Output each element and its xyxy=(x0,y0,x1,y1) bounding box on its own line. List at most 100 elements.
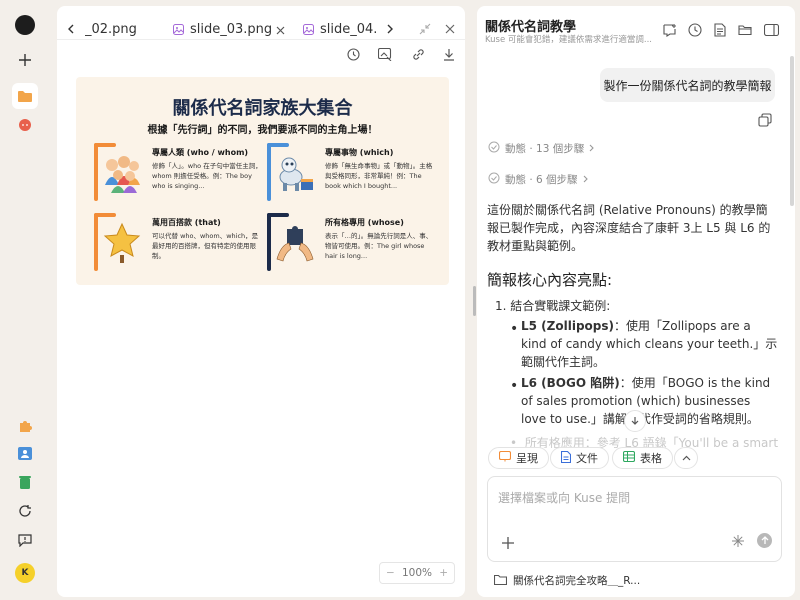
tab-label: slide_03.png xyxy=(190,21,273,37)
footer-file-name: 關係代名詞完全攻略＿_R... xyxy=(513,575,641,587)
assistant-intro: 這份關於關係代名詞 (Relative Pronouns) 的教學簡報已製作完成… xyxy=(487,203,771,253)
sparkle-icon[interactable] xyxy=(731,533,745,552)
chat-subtitle: Kuse 可能會犯錯，建議依需求進行適當調... xyxy=(485,35,653,45)
puzzle-icon[interactable] xyxy=(13,413,37,437)
image-file-icon xyxy=(303,23,314,35)
chat-bubble-icon[interactable] xyxy=(13,113,37,137)
chevron-right-icon xyxy=(589,143,595,155)
card-description: 修飾「人」。who 在子句中當任主詞，whom 則擔任受格。例：The boy … xyxy=(152,162,262,190)
trash-icon[interactable] xyxy=(13,470,37,494)
copy-icon[interactable] xyxy=(758,112,774,128)
bullet-l5: L5 (Zollipops)：使用「Zollipops are a kind o… xyxy=(521,317,779,371)
check-circle-icon xyxy=(488,172,500,187)
zoom-level: 100% xyxy=(401,567,433,579)
arrow-down-icon xyxy=(631,417,639,425)
user-message-bubble: 製作一份關係代名詞的教學簡報 xyxy=(600,68,775,102)
chip-document[interactable]: 文件 xyxy=(550,447,609,469)
card-who: 專屬人類 (who / whom) 修飾「人」。who 在子句中當任主詞，who… xyxy=(94,143,262,201)
zoom-control: − 100% + xyxy=(379,562,455,584)
bullet-dot: • xyxy=(510,321,519,337)
refresh-icon[interactable] xyxy=(13,499,37,523)
robot-dog-illustration xyxy=(279,157,313,191)
table-icon xyxy=(622,450,636,465)
app-logo[interactable] xyxy=(13,13,37,37)
user-avatar[interactable]: K xyxy=(13,561,37,585)
steps-toggle-2[interactable]: 動態 · 6 個步驟 xyxy=(488,172,589,187)
send-button[interactable] xyxy=(757,533,772,548)
tab-scroll-right-icon[interactable] xyxy=(379,18,401,40)
card-description: 可以代替 who、whom、which，是最好用的百搭牌，但有特定的使用限制。 xyxy=(152,232,259,260)
card-title: 專屬事物 (which) xyxy=(325,148,394,157)
folder-open-icon[interactable] xyxy=(733,18,757,42)
collapse-icon[interactable] xyxy=(414,18,436,40)
history-icon[interactable] xyxy=(342,43,364,65)
image-edit-icon[interactable] xyxy=(374,43,396,65)
card-title: 所有格專用 (whose) xyxy=(325,218,404,227)
feedback-icon[interactable] xyxy=(13,528,37,552)
check-circle-icon xyxy=(488,141,500,156)
card-that: 萬用百搭款 (that) 可以代替 who、whom、which，是最好用的百搭… xyxy=(94,213,259,271)
steps-label: 動態 · 6 個步驟 xyxy=(505,174,578,186)
attach-plus-icon[interactable] xyxy=(502,534,514,553)
zoom-out-button[interactable]: − xyxy=(386,567,395,579)
people-illustration xyxy=(105,156,140,193)
contact-card-icon[interactable] xyxy=(13,441,37,465)
zoom-in-button[interactable]: + xyxy=(439,567,448,579)
chevron-up-icon xyxy=(682,455,690,461)
clock-icon[interactable] xyxy=(683,18,707,42)
tab-label: slide_04.p xyxy=(320,21,377,37)
bullet-l6: L6 (BOGO 陷阱)：使用「BOGO is the kind of sale… xyxy=(521,374,779,428)
download-icon[interactable] xyxy=(438,43,460,65)
card-description: 表示「…的」。無論先行詞是人、事、物皆可使用。例：The girl whose … xyxy=(325,232,433,260)
star-illustration xyxy=(103,222,141,263)
bullet-faded: • 所有格應用：參考 L6 語錄「You'll be a smart xyxy=(510,436,779,448)
image-file-icon xyxy=(173,23,184,35)
card-title: 專屬人類 (who / whom) xyxy=(152,148,249,157)
chip-expand-button[interactable] xyxy=(674,447,698,469)
slide-subtitle: 根據「先行詞」的不同，我們要派不同的主角上場！ xyxy=(147,125,378,136)
chat-scrollbar[interactable] xyxy=(790,56,794,206)
folder-icon xyxy=(493,574,508,588)
presentation-icon xyxy=(498,450,512,465)
chip-label: 文件 xyxy=(576,452,598,465)
card-whose: 所有格專用 (whose) 表示「…的」。無論先行詞是人、事、物皆可使用。例：T… xyxy=(267,213,432,271)
folder-icon[interactable] xyxy=(12,83,38,109)
chip-table[interactable]: 表格 xyxy=(612,447,673,469)
footer-file-link[interactable]: 關係代名詞完全攻略＿_R... xyxy=(493,573,641,588)
arrow-up-icon xyxy=(761,536,768,544)
user-message-text: 製作一份關係代名詞的教學簡報 xyxy=(603,78,772,93)
steps-label: 動態 · 13 個步驟 xyxy=(505,143,585,155)
response-heading: 簡報核心內容亮點: xyxy=(487,271,613,289)
chat-input-box: 選擇檔案或向 Kuse 提問 xyxy=(487,476,782,562)
card-description: 修飾「無生命事物」或「動物」。主格與受格同形，非常單純！例：The book w… xyxy=(325,162,433,190)
sidebar-toggle-icon[interactable] xyxy=(759,18,783,42)
avatar-letter: K xyxy=(15,563,35,583)
bullet-dot: • xyxy=(510,378,519,394)
bullet-key: L6 (BOGO 陷阱) xyxy=(521,376,620,390)
slide-image: 關係代名詞家族大集合 根據「先行詞」的不同，我們要派不同的主角上場！ 專屬人類 … xyxy=(76,77,449,285)
puzzle-hands-illustration xyxy=(276,226,314,262)
scroll-down-button[interactable] xyxy=(624,410,646,432)
close-tab-icon[interactable] xyxy=(276,24,285,39)
tab-label: _02.png xyxy=(85,21,137,37)
chevron-right-icon xyxy=(583,174,589,186)
plus-icon[interactable] xyxy=(13,48,37,72)
card-title: 萬用百搭款 (that) xyxy=(152,218,221,227)
steps-toggle-1[interactable]: 動態 · 13 個步驟 xyxy=(488,141,595,156)
chip-label: 呈現 xyxy=(516,452,538,465)
chip-label: 表格 xyxy=(640,452,662,465)
link-icon[interactable] xyxy=(407,43,429,65)
chat-input[interactable]: 選擇檔案或向 Kuse 提問 xyxy=(498,489,630,506)
new-chat-icon[interactable] xyxy=(658,18,682,42)
document-icon xyxy=(560,450,572,466)
list-item-text: 結合實戰課文範例: xyxy=(510,299,611,313)
card-which: 專屬事物 (which) 修飾「無生命事物」或「動物」。主格與受格同形，非常單純… xyxy=(267,143,432,201)
close-panel-icon[interactable] xyxy=(439,18,461,40)
list-item-1: 1. 結合實戰課文範例: xyxy=(495,299,611,313)
tab-scroll-left-icon[interactable] xyxy=(60,18,82,40)
tab-divider xyxy=(57,39,465,40)
document-icon[interactable] xyxy=(708,18,732,42)
panel-resize-handle[interactable] xyxy=(473,286,476,316)
bullet-key: L5 (Zollipops) xyxy=(521,319,614,333)
chip-presentation[interactable]: 呈現 xyxy=(488,447,549,469)
